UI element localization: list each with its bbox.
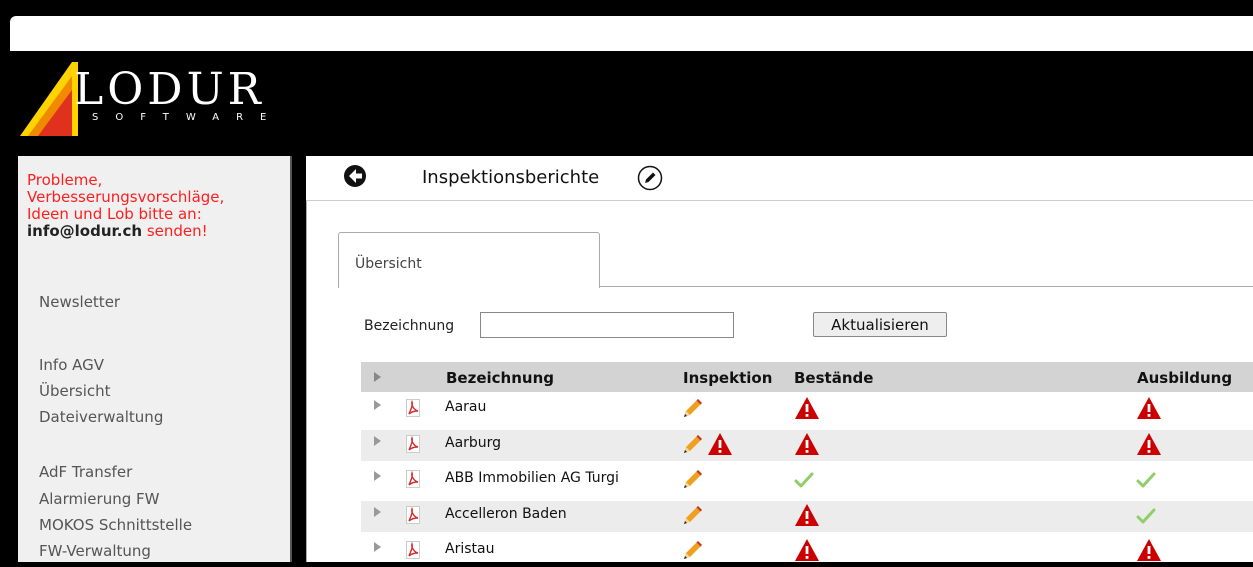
warning-icon [794, 432, 820, 456]
warning-icon [1136, 538, 1162, 562]
feedback-line-3: Ideen und Lob bitte an: [27, 205, 202, 223]
warning-icon [1136, 432, 1162, 456]
warning-icon [1136, 396, 1162, 420]
table-row[interactable]: Aristau [361, 536, 1253, 567]
sidebar-item-uebersicht[interactable]: Übersicht [39, 381, 111, 401]
top-strip [10, 16, 1253, 51]
warning-icon [794, 538, 820, 562]
sidebar-item-fw-verwaltung[interactable]: FW-Verwaltung [39, 541, 151, 561]
table-row[interactable]: Accelleron Baden [361, 500, 1253, 532]
row-name: Aarau [445, 399, 487, 415]
edit-pencil-icon[interactable] [681, 397, 705, 419]
sidebar-item-mokos[interactable]: MOKOS Schnittstelle [39, 515, 192, 535]
edit-pencil-icon[interactable] [681, 539, 705, 561]
edit-pencil-icon[interactable] [681, 433, 705, 455]
expand-row-arrow-icon[interactable] [374, 435, 381, 446]
row-name: ABB Immobilien AG Turgi [445, 470, 619, 486]
edit-pencil-icon[interactable] [681, 468, 705, 490]
feedback-line-2: Verbesserungsvorschläge, [27, 188, 225, 206]
feedback-line-1: Probleme, [27, 171, 103, 189]
check-icon [794, 472, 814, 488]
check-icon [1136, 472, 1156, 488]
filter-label: Bezeichnung [364, 318, 455, 334]
aktualisieren-button[interactable]: Aktualisieren [813, 312, 947, 337]
expand-row-arrow-icon[interactable] [374, 506, 381, 517]
tab-baseline [598, 286, 1253, 287]
row-name: Aarburg [445, 434, 502, 451]
column-header-bezeichnung[interactable]: Bezeichnung [446, 369, 554, 387]
feedback-send-text: senden! [142, 222, 208, 240]
edit-pencil-circle-icon[interactable] [637, 165, 663, 191]
pdf-icon[interactable] [406, 399, 420, 417]
row-name: Aristau [445, 541, 495, 557]
sidebar-item-dateiverwaltung[interactable]: Dateiverwaltung [39, 407, 163, 427]
tab-uebersicht-label: Übersicht [355, 256, 422, 272]
expand-row-arrow-icon[interactable] [374, 542, 381, 552]
page-title: Inspektionsberichte [422, 167, 600, 188]
warning-icon [794, 503, 820, 527]
pdf-icon[interactable] [406, 470, 420, 488]
row-name: Accelleron Baden [445, 505, 567, 522]
table-row[interactable]: ABB Immobilien AG Turgi [361, 465, 1253, 496]
sidebar-item-adf-transfer[interactable]: AdF Transfer [39, 462, 132, 482]
logo-wordmark: LODUR [74, 64, 265, 115]
feedback-notice: Probleme, Verbesserungsvorschläge, Ideen… [27, 172, 287, 240]
expand-all-arrow-icon[interactable] [374, 372, 381, 382]
pdf-icon[interactable] [406, 434, 420, 453]
feedback-email-link[interactable]: info@lodur.ch [27, 222, 142, 240]
check-icon [1136, 508, 1156, 524]
warning-icon [707, 432, 733, 456]
sidebar-divider [290, 156, 302, 562]
warning-icon [794, 396, 820, 420]
column-header-ausbildung[interactable]: Ausbildung [1137, 369, 1232, 387]
logo-subtitle: SOFTWARE [92, 112, 284, 123]
sidebar-item-newsletter[interactable]: Newsletter [39, 292, 120, 312]
table-row[interactable]: Aarau [361, 394, 1253, 425]
sidebar-item-alarmierung[interactable]: Alarmierung FW [39, 489, 159, 509]
pdf-icon[interactable] [406, 541, 420, 559]
column-header-bestaende[interactable]: Bestände [794, 369, 873, 387]
feedback-line-4: info@lodur.ch senden! [27, 223, 287, 240]
column-header-inspektion[interactable]: Inspektion [683, 369, 772, 387]
expand-row-arrow-icon[interactable] [374, 471, 381, 481]
pdf-icon[interactable] [406, 505, 420, 524]
back-arrow-icon[interactable] [343, 164, 367, 188]
edit-pencil-icon[interactable] [681, 504, 705, 526]
table-row[interactable]: Aarburg [361, 429, 1253, 461]
expand-row-arrow-icon[interactable] [374, 400, 381, 410]
bezeichnung-input[interactable] [480, 312, 734, 338]
sidebar-item-info-agv[interactable]: Info AGV [39, 355, 104, 375]
